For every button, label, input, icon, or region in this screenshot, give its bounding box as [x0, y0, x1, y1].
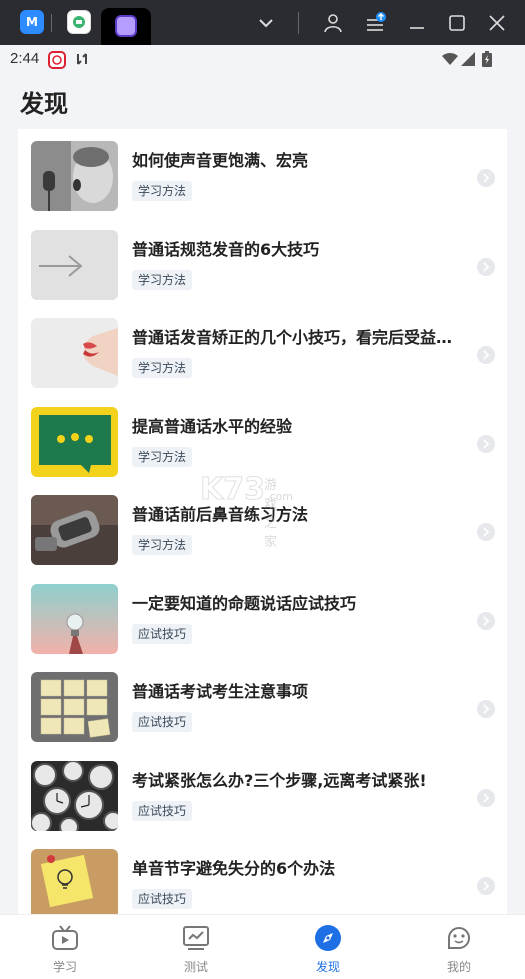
compass-icon [313, 923, 343, 953]
nav-label: 我的 [446, 960, 471, 974]
emulator-toolbar: M [0, 0, 525, 45]
article-title: 考试紧张怎么办?三个步骤,远离考试紧张! [132, 770, 427, 790]
nav-item-test[interactable]: 测试 [156, 923, 236, 975]
nav-item-study[interactable]: 学习 [25, 923, 105, 975]
article-tag: 学习方法 [132, 269, 193, 290]
chevron-right-icon [477, 434, 495, 453]
article-thumbnail [31, 672, 118, 742]
close-icon[interactable] [484, 10, 510, 36]
signal-icon [460, 51, 476, 71]
article-title: 单音节字避免失分的6个办法 [132, 859, 336, 878]
emulator-app-icon-purple[interactable] [115, 15, 137, 37]
chevron-right-icon [477, 788, 495, 807]
list-item[interactable]: 一定要知道的命题说话应试技巧 应试技巧 [18, 572, 507, 661]
article-thumbnail [31, 760, 118, 831]
menu-update-icon[interactable] [362, 10, 388, 36]
article-thumbnail [31, 406, 118, 477]
list-item[interactable]: 单音节字避免失分的6个办法 应试技巧 [18, 837, 507, 914]
smiley-icon [444, 923, 474, 953]
article-title: 如何使声音更饱满、宏亮 [132, 151, 309, 170]
chevron-right-icon [477, 523, 495, 541]
nav-label: 学习 [52, 960, 77, 974]
chevron-right-icon [477, 611, 495, 630]
article-title: 普通话前后鼻音练习方法 [132, 505, 309, 524]
status-time: 2:44 [10, 50, 40, 67]
maximize-icon[interactable] [444, 10, 470, 36]
chevron-right-icon [477, 877, 495, 895]
article-tag: 应试技巧 [132, 889, 193, 909]
article-tag: 应试技巧 [132, 712, 193, 732]
article-tag: 学习方法 [132, 358, 193, 378]
nav-item-discover[interactable]: 发现 [288, 923, 368, 975]
article-tag: 应试技巧 [132, 623, 193, 644]
article-thumbnail [31, 495, 118, 565]
user-icon[interactable] [320, 10, 346, 36]
wifi-icon [441, 51, 459, 71]
list-item[interactable]: 提高普通话水平的经验 学习方法 [18, 395, 507, 484]
chart-board-icon [181, 923, 211, 953]
minimize-icon[interactable] [404, 10, 430, 36]
emulator-app-icon-green[interactable] [67, 10, 91, 34]
article-thumbnail [31, 318, 118, 388]
bottom-nav: 学习 测试 发现 我的 [0, 914, 525, 979]
article-tag: 学习方法 [132, 535, 193, 555]
page-title: 发现 [20, 90, 68, 118]
article-thumbnail [31, 849, 118, 914]
list-item[interactable]: 考试紧张怎么办?三个步骤,远离考试紧张! 应试技巧 [18, 749, 507, 838]
list-item[interactable]: 普通话前后鼻音练习方法 学习方法 [18, 483, 507, 572]
list-item[interactable]: 普通话考试考生注意事项 应试技巧 [18, 660, 507, 749]
chevron-right-icon [477, 169, 495, 187]
battery-icon [482, 51, 492, 71]
nav-label: 发现 [315, 960, 340, 974]
article-title: 提高普通话水平的经验 [132, 416, 293, 436]
article-title: 普通话发音矫正的几个小技巧，看完后受益… [132, 328, 453, 347]
article-thumbnail [31, 229, 118, 300]
article-thumbnail [31, 583, 118, 654]
article-title: 一定要知道的命题说话应试技巧 [132, 593, 357, 613]
list-item[interactable]: 普通话发音矫正的几个小技巧，看完后受益… 学习方法 [18, 306, 507, 395]
chevron-right-icon [477, 346, 495, 364]
article-title: 普通话考试考生注意事项 [132, 682, 309, 701]
article-tag: 学习方法 [132, 446, 193, 467]
article-thumbnail [31, 141, 118, 211]
toolbar-divider [298, 12, 299, 34]
app-notification-icon [48, 51, 66, 73]
chevron-right-icon [477, 700, 495, 718]
status-bar: 2:44 [0, 45, 525, 73]
article-list: 如何使声音更饱满、宏亮 学习方法 普通话规范发音的6大技巧 学习方法 普通话发音… [18, 129, 507, 914]
article-tag: 学习方法 [132, 181, 193, 201]
emulator-app-icon-m[interactable]: M [20, 10, 44, 34]
list-item[interactable]: 普通话规范发音的6大技巧 学习方法 [18, 218, 507, 307]
tv-icon [50, 923, 80, 953]
sync-icon [74, 51, 90, 71]
nav-item-mine[interactable]: 我的 [419, 923, 499, 975]
chevron-right-icon [477, 257, 495, 276]
toolbar-divider [51, 14, 52, 32]
article-title: 普通话规范发音的6大技巧 [132, 239, 320, 259]
list-item[interactable]: 如何使声音更饱满、宏亮 学习方法 [18, 129, 507, 218]
chevron-down-icon[interactable] [253, 10, 279, 36]
nav-label: 测试 [183, 960, 208, 974]
article-tag: 应试技巧 [132, 800, 193, 821]
